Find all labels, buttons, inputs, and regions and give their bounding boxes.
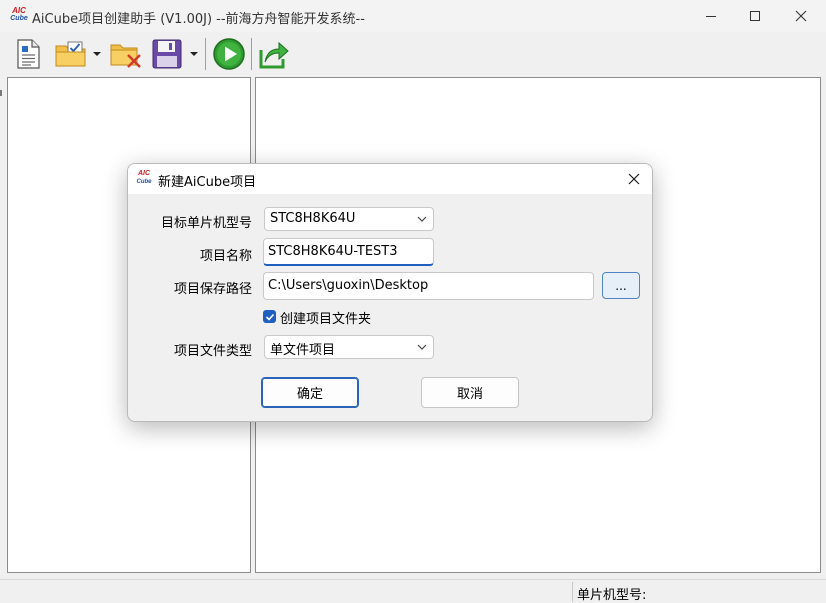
new-document-icon [17, 39, 40, 69]
close-icon [628, 173, 640, 185]
toolbar-separator [251, 38, 252, 70]
new-project-dialog: AIC Cube 新建AiCube项目 目标单片机型号 STC8H8K64U 项… [127, 163, 653, 422]
maximize-icon [750, 11, 760, 21]
close-icon [795, 10, 807, 22]
play-run-icon [213, 38, 245, 70]
create-folder-checkbox[interactable] [263, 310, 276, 323]
save-project-button[interactable] [150, 36, 184, 72]
new-project-button[interactable] [12, 36, 44, 72]
save-path-field[interactable]: C:\Users\guoxin\Desktop [263, 272, 594, 300]
close-project-button[interactable] [109, 36, 143, 72]
mcu-model-select[interactable]: STC8H8K64U [264, 207, 434, 231]
dialog-close-button[interactable] [622, 167, 646, 191]
create-folder-label[interactable]: 创建项目文件夹 [280, 308, 371, 327]
open-dropdown-arrow[interactable] [93, 52, 101, 56]
status-bar: 单片机型号: [0, 579, 826, 603]
logo-text-bottom: Cube [10, 15, 28, 22]
project-name-value: STC8H8K64U-TEST3 [268, 244, 398, 259]
maximize-button[interactable] [732, 0, 778, 32]
logo-text-bottom: Cube [136, 179, 152, 185]
save-path-label: 项目保存路径 [173, 282, 252, 297]
export-share-icon [259, 41, 289, 69]
mcu-model-value: STC8H8K64U [270, 211, 356, 226]
open-folder-check-icon [55, 41, 86, 67]
project-name-label: 项目名称 [199, 249, 252, 264]
dialog-title: 新建AiCube项目 [158, 175, 257, 190]
mcu-model-label: 目标单片机型号 [160, 216, 252, 231]
save-icon [152, 39, 182, 69]
checkmark-icon [265, 313, 274, 321]
close-button[interactable] [778, 0, 824, 32]
project-name-field[interactable]: STC8H8K64U-TEST3 [263, 238, 434, 266]
status-mcu-model: 单片机型号: [577, 588, 647, 603]
file-type-label: 项目文件类型 [173, 344, 252, 359]
chevron-down-icon [417, 216, 427, 222]
splitter-grip [0, 90, 2, 96]
file-type-value: 单文件项目 [270, 343, 336, 358]
export-button[interactable] [257, 36, 291, 72]
minimize-button[interactable] [688, 0, 734, 32]
toolbar-separator [205, 38, 206, 70]
browse-button[interactable]: ... [602, 272, 640, 299]
window-title: AiCube项目创建助手 (V1.00J) --前海方舟智能开发系统-- [32, 12, 365, 27]
dialog-logo: AIC Cube [135, 170, 153, 188]
open-project-button[interactable] [53, 36, 89, 72]
file-type-select[interactable]: 单文件项目 [264, 335, 434, 359]
save-path-value: C:\Users\guoxin\Desktop [268, 278, 429, 293]
app-logo: AIC Cube [9, 7, 29, 25]
cancel-button[interactable]: 取消 [421, 377, 519, 408]
ok-button[interactable]: 确定 [261, 377, 359, 408]
window-titlebar: AIC Cube AiCube项目创建助手 (V1.00J) --前海方舟智能开… [0, 0, 826, 32]
status-separator [572, 582, 573, 602]
logo-text-top: AIC [137, 170, 151, 177]
run-button[interactable] [211, 36, 247, 72]
dialog-titlebar: AIC Cube 新建AiCube项目 [128, 164, 652, 194]
toolbar [0, 32, 826, 76]
minimize-icon [706, 16, 716, 17]
close-folder-icon [110, 44, 141, 68]
logo-text-top: AIC [12, 6, 26, 15]
chevron-down-icon [417, 344, 427, 350]
save-dropdown-arrow[interactable] [190, 52, 198, 56]
